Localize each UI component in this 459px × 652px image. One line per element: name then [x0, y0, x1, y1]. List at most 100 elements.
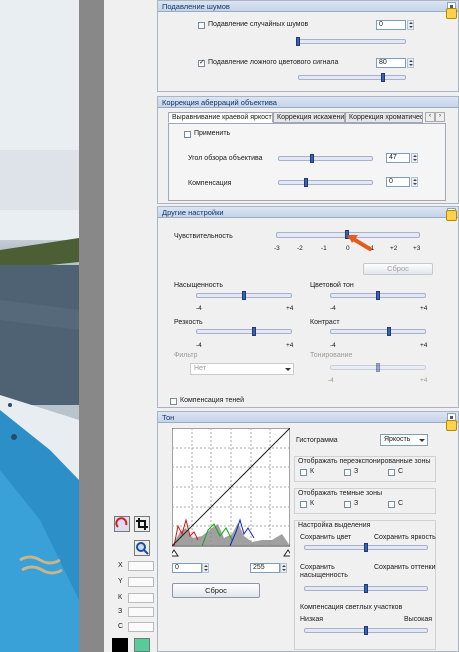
overexposed-label: Отображать переэкспонированные зоны: [298, 458, 431, 465]
input-max-spinner[interactable]: [280, 563, 287, 573]
random-noise-label: Подавление случайных шумов: [208, 21, 309, 28]
help-icon[interactable]: [446, 210, 457, 221]
info-k-value: [128, 593, 154, 603]
bright-comp-thumb[interactable]: [364, 626, 368, 635]
histogram-mode-value: Яркость: [384, 436, 411, 443]
info-c-value: [128, 622, 154, 632]
compensation-input[interactable]: 0: [386, 177, 410, 187]
sharpness-thumb[interactable]: [252, 327, 256, 336]
over-k-checkbox[interactable]: [300, 469, 307, 476]
false-color-checkbox[interactable]: [198, 58, 205, 67]
hue-label: Цветовой тон: [310, 282, 354, 289]
info-z-value: [128, 607, 154, 617]
contrast-slider[interactable]: [330, 329, 426, 334]
filter-value: Нет: [194, 365, 206, 372]
tab-vignetting[interactable]: Выравнивание краевой яркости: [168, 112, 273, 123]
zoom-tool-icon[interactable]: [134, 540, 150, 556]
sharpness-slider[interactable]: [196, 329, 292, 334]
help-icon[interactable]: [446, 420, 457, 431]
compensation-spinner[interactable]: [411, 177, 418, 187]
info-x-value: [128, 561, 154, 571]
chevron-down-icon: [418, 436, 426, 444]
saturation-thumb[interactable]: [242, 291, 246, 300]
dark-z-checkbox[interactable]: [344, 501, 351, 508]
angle-input[interactable]: 47: [386, 153, 410, 163]
high-label: Высокая: [404, 616, 433, 623]
over-c-label: С: [398, 468, 404, 475]
over-z-checkbox[interactable]: [344, 469, 351, 476]
crop-tool-icon[interactable]: [134, 516, 150, 532]
random-noise-thumb[interactable]: [296, 37, 300, 46]
tool-sidebar: X Y К З С: [104, 0, 156, 652]
highlight-label: Настройка выделения: [298, 522, 371, 529]
color-swatch: [112, 638, 128, 652]
tab-scroll-left-icon[interactable]: ‹: [425, 112, 435, 122]
dark-k-checkbox[interactable]: [300, 501, 307, 508]
keep-brightness-label: Сохранить яркость: [374, 534, 436, 541]
canvas-border: [79, 0, 104, 652]
photo-image: [0, 0, 79, 652]
filter-select[interactable]: Нет: [190, 363, 294, 375]
over-k-label: К: [310, 468, 315, 475]
contrast-thumb[interactable]: [387, 327, 391, 336]
hue-max: +4: [420, 305, 428, 312]
toning-max: +4: [420, 377, 428, 384]
dark-z-label: З: [354, 500, 359, 507]
false-color-thumb[interactable]: [381, 73, 385, 82]
toning-min: -4: [328, 377, 334, 384]
tab-distortion[interactable]: Коррекция искажений: [273, 112, 345, 123]
chevron-down-icon: [284, 365, 292, 373]
saturation-shades-thumb[interactable]: [364, 584, 368, 593]
hue-min: -4: [330, 305, 336, 312]
shadow-comp-checkbox[interactable]: [170, 398, 177, 405]
hue-thumb[interactable]: [376, 291, 380, 300]
eyedropper-icon[interactable]: [134, 638, 150, 652]
random-noise-slider[interactable]: [298, 39, 406, 44]
angle-thumb[interactable]: [310, 154, 314, 163]
scale-tick: -2: [297, 245, 303, 252]
input-min-spinner[interactable]: [202, 563, 209, 573]
info-x-label: X: [118, 562, 123, 569]
scale-tick: -1: [321, 245, 327, 252]
toning-thumb[interactable]: [376, 363, 380, 372]
input-min[interactable]: 0: [172, 563, 202, 573]
angle-slider[interactable]: [278, 156, 373, 161]
help-icon[interactable]: [446, 8, 457, 19]
angle-spinner[interactable]: [411, 153, 418, 163]
apply-checkbox[interactable]: [184, 131, 191, 138]
random-noise-input[interactable]: 0: [376, 20, 406, 30]
saturation-min: -4: [196, 305, 202, 312]
tab-scroll-right-icon[interactable]: ›: [435, 112, 445, 122]
tone-reset-button[interactable]: Сброс: [172, 583, 260, 598]
compensation-slider[interactable]: [278, 180, 373, 185]
rotate-tool-icon[interactable]: [114, 516, 130, 532]
shadow-comp-label: Компенсация теней: [180, 397, 245, 404]
random-noise-spinner[interactable]: [407, 20, 414, 30]
arrow-pointer-icon: [348, 235, 372, 251]
saturation-max: +4: [286, 305, 294, 312]
false-color-input[interactable]: 80: [376, 58, 406, 68]
histogram-label: Гистограмма: [296, 437, 338, 444]
histogram-mode-select[interactable]: Яркость: [380, 434, 428, 446]
false-color-slider[interactable]: [298, 75, 406, 80]
sensitivity-reset-button[interactable]: Сброс: [363, 263, 433, 275]
tone-curve-histogram[interactable]: [172, 428, 290, 558]
dark-k-label: К: [310, 500, 315, 507]
toning-label: Тонирование: [310, 352, 353, 359]
tab-chromatic[interactable]: Коррекция хроматичес: [345, 112, 423, 123]
angle-label: Угол обзора объектива: [188, 155, 263, 162]
input-max[interactable]: 255: [250, 563, 280, 573]
keep-color-label: Сохранить цвет: [300, 534, 352, 541]
other-settings-panel: Другие настройки Чувствительность -3 -2 …: [157, 206, 459, 408]
compensation-thumb[interactable]: [304, 178, 308, 187]
apply-label: Применить: [194, 130, 231, 137]
photo-preview[interactable]: [0, 0, 79, 652]
color-brightness-thumb[interactable]: [364, 543, 368, 552]
false-color-spinner[interactable]: [407, 58, 414, 68]
random-noise-checkbox[interactable]: [198, 22, 205, 29]
dark-c-checkbox[interactable]: [388, 501, 395, 508]
info-y-value: [128, 577, 154, 587]
sharpness-max: +4: [286, 342, 294, 349]
over-c-checkbox[interactable]: [388, 469, 395, 476]
filter-label: Фильтр: [174, 352, 198, 359]
